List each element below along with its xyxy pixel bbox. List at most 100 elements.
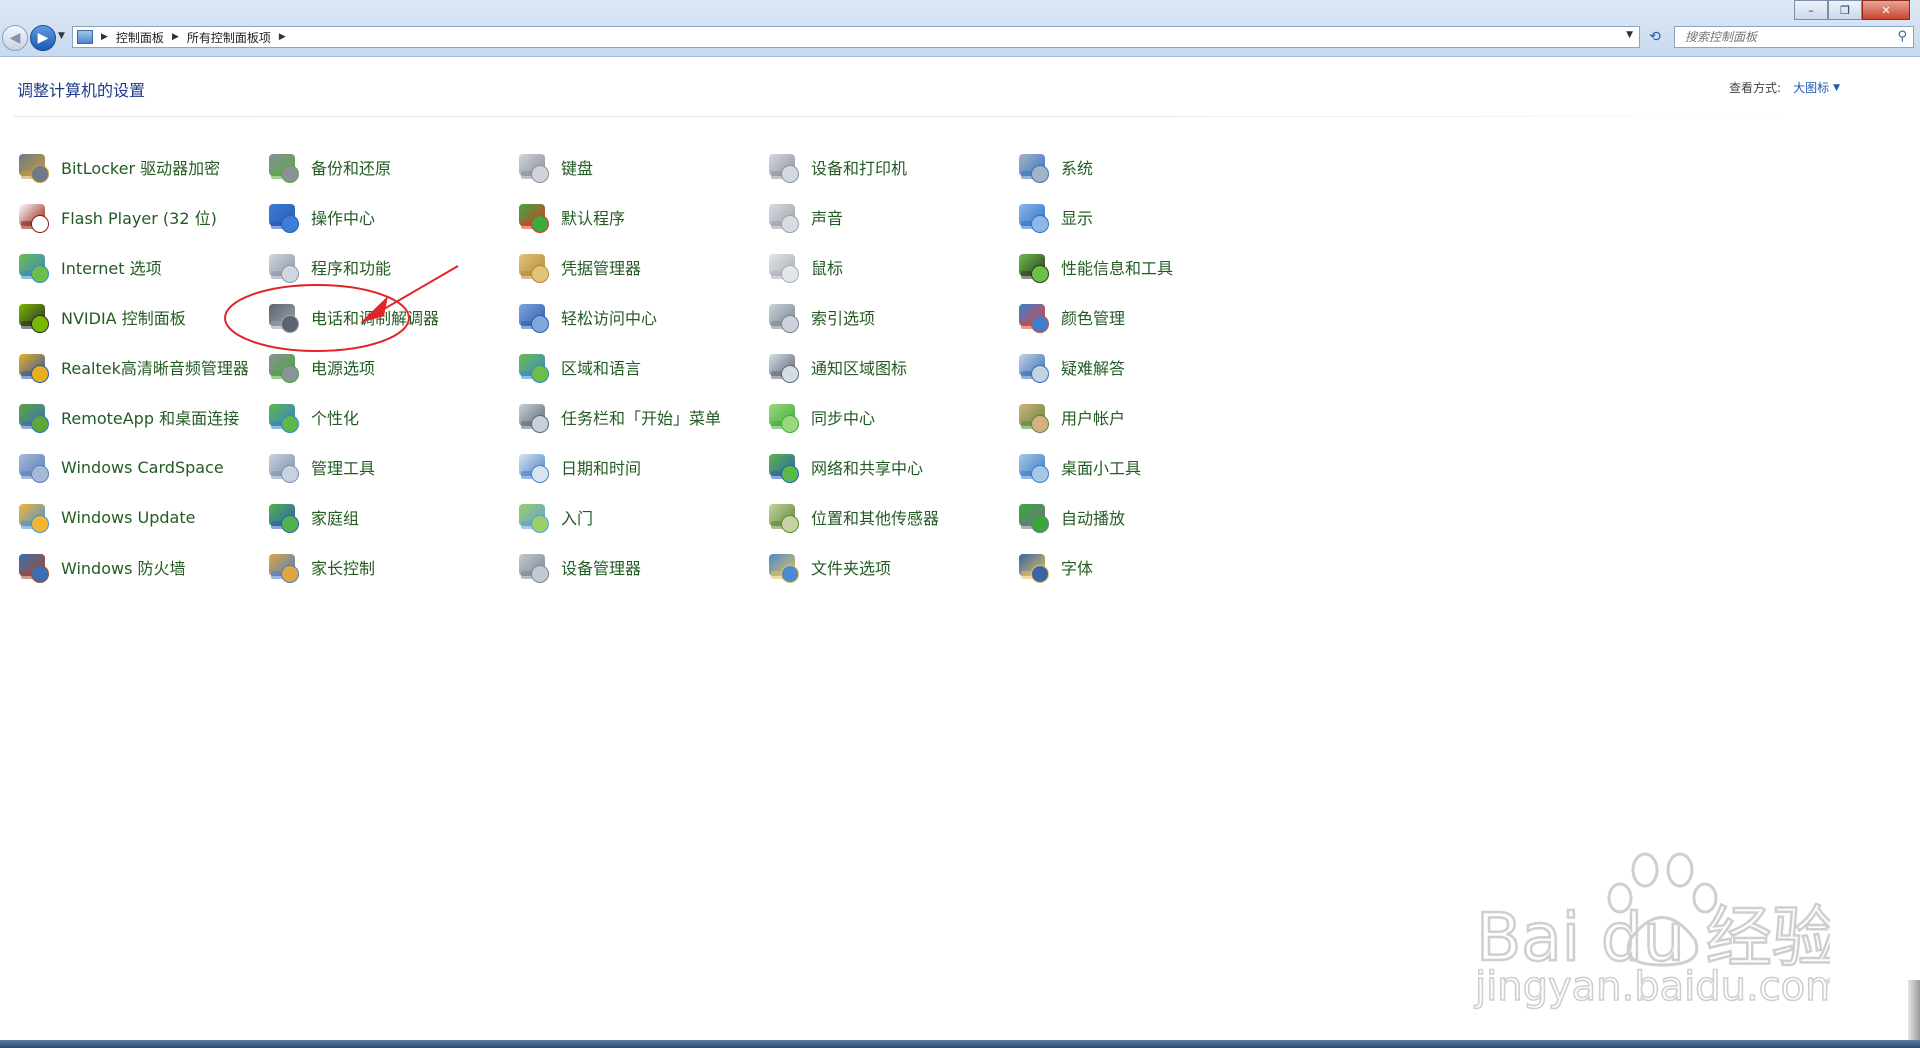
control-panel-item[interactable]: 家庭组 [267, 497, 517, 537]
maximize-button[interactable]: ❐ [1828, 0, 1862, 20]
flash-icon [17, 201, 51, 233]
control-panel-item-label: Internet 选项 [61, 259, 162, 278]
chevron-right-icon[interactable]: ▶ [101, 32, 108, 42]
control-panel-item[interactable]: Flash Player (32 位) [17, 197, 267, 237]
control-panel-item-label: 字体 [1061, 559, 1094, 578]
getting-started-icon [517, 501, 551, 533]
control-panel-item[interactable]: Realtek高清晰音频管理器 [17, 347, 267, 387]
control-panel-item-label: 备份和还原 [311, 159, 392, 178]
control-panel-item-label: 操作中心 [311, 209, 376, 228]
forward-button[interactable]: ▶ [30, 25, 56, 51]
control-panel-item[interactable]: 性能信息和工具 [1017, 247, 1267, 287]
control-panel-item[interactable]: 自动播放 [1017, 497, 1267, 537]
sync-icon [767, 401, 801, 433]
control-panel-item[interactable]: 文件夹选项 [767, 547, 1017, 587]
view-by-dropdown[interactable]: 大图标 [1793, 79, 1829, 96]
navigation-bar: ◀ ▶ ▼ ▶ 控制面板 ▶ 所有控制面板项 ▶ ▼ ⟲ ⚲ [0, 24, 1920, 52]
control-panel-item[interactable]: 用户帐户 [1017, 397, 1267, 437]
address-dropdown-icon[interactable]: ▼ [1626, 30, 1633, 40]
control-panel-item[interactable]: 日期和时间 [517, 447, 767, 487]
device-manager-icon [517, 551, 551, 583]
breadcrumb-control-panel[interactable]: 控制面板 [116, 29, 164, 46]
chevron-right-icon[interactable]: ▶ [172, 32, 179, 42]
control-panel-item[interactable]: 备份和还原 [267, 147, 517, 187]
control-panel-item[interactable]: 入门 [517, 497, 767, 537]
control-panel-item[interactable]: 家长控制 [267, 547, 517, 587]
control-panel-item-label: 家庭组 [311, 509, 360, 528]
control-panel-item[interactable]: Internet 选项 [17, 247, 267, 287]
control-panel-item[interactable]: 颜色管理 [1017, 297, 1267, 337]
control-panel-item-label: 个性化 [311, 409, 360, 428]
control-panel-item[interactable]: 操作中心 [267, 197, 517, 237]
address-bar[interactable]: ▶ 控制面板 ▶ 所有控制面板项 ▶ ▼ [72, 26, 1640, 48]
control-panel-item[interactable]: 位置和其他传感器 [767, 497, 1017, 537]
control-panel-item[interactable]: 电源选项 [267, 347, 517, 387]
taskbar[interactable] [0, 1040, 1920, 1048]
user-accounts-icon [1017, 401, 1051, 433]
firewall-icon [17, 551, 51, 583]
control-panel-item[interactable]: 个性化 [267, 397, 517, 437]
chevron-down-icon[interactable]: ▼ [1833, 83, 1840, 93]
control-panel-item[interactable]: 程序和功能 [267, 247, 517, 287]
control-panel-item[interactable]: 管理工具 [267, 447, 517, 487]
control-panel-item[interactable]: 字体 [1017, 547, 1267, 587]
control-panel-item-label: 用户帐户 [1061, 409, 1126, 428]
control-panel-items: BitLocker 驱动器加密 Flash Player (32 位) Intern… [17, 147, 1277, 597]
control-panel-item[interactable]: Windows CardSpace [17, 447, 267, 487]
control-panel-item[interactable]: Windows Update [17, 497, 267, 537]
control-panel-item-label: 索引选项 [811, 309, 876, 328]
control-panel-item[interactable]: 同步中心 [767, 397, 1017, 437]
control-panel-item[interactable]: 电话和调制解调器 [267, 297, 517, 337]
view-by-label: 查看方式: [1729, 81, 1782, 95]
close-button[interactable]: ✕ [1862, 0, 1910, 20]
parental-icon [267, 551, 301, 583]
header-divider [14, 116, 1829, 117]
control-panel-item[interactable]: 任务栏和「开始」菜单 [517, 397, 767, 437]
minimize-button[interactable]: – [1794, 0, 1828, 20]
control-panel-item[interactable]: 通知区域图标 [767, 347, 1017, 387]
control-panel-item[interactable]: 索引选项 [767, 297, 1017, 337]
chevron-right-icon[interactable]: ▶ [279, 32, 286, 42]
control-panel-item[interactable]: 显示 [1017, 197, 1267, 237]
control-panel-item[interactable]: RemoteApp 和桌面连接 [17, 397, 267, 437]
control-panel-item[interactable]: 默认程序 [517, 197, 767, 237]
control-panel-item[interactable]: 声音 [767, 197, 1017, 237]
back-button[interactable]: ◀ [2, 25, 28, 51]
control-panel-item[interactable]: 网络和共享中心 [767, 447, 1017, 487]
control-panel-item[interactable]: 键盘 [517, 147, 767, 187]
control-panel-item[interactable]: 区域和语言 [517, 347, 767, 387]
power-icon [267, 351, 301, 383]
control-panel-item[interactable]: 轻松访问中心 [517, 297, 767, 337]
control-panel-item-label: Windows 防火墙 [61, 559, 186, 578]
windows-update-icon [17, 501, 51, 533]
control-panel-item[interactable]: 设备和打印机 [767, 147, 1017, 187]
control-panel-item-label: Flash Player (32 位) [61, 209, 217, 228]
search-icon[interactable]: ⚲ [1897, 29, 1907, 44]
page-title: 调整计算机的设置 [17, 81, 146, 100]
baidu-watermark: Bai du 经验 jingyan.baidu.com [1473, 852, 1830, 1010]
search-input[interactable] [1683, 29, 1887, 45]
control-panel-icon [77, 30, 93, 44]
control-panel-item[interactable]: Windows 防火墙 [17, 547, 267, 587]
speaker-icon [767, 201, 801, 233]
control-panel-item[interactable]: BitLocker 驱动器加密 [17, 147, 267, 187]
control-panel-item[interactable]: 疑难解答 [1017, 347, 1267, 387]
fonts-icon [1017, 551, 1051, 583]
control-panel-item[interactable]: NVIDIA 控制面板 [17, 297, 267, 337]
breadcrumb-all-items[interactable]: 所有控制面板项 [187, 29, 271, 46]
control-panel-item-label: 设备和打印机 [811, 159, 908, 178]
control-panel-item[interactable]: 桌面小工具 [1017, 447, 1267, 487]
search-box[interactable]: ⚲ [1674, 26, 1914, 48]
recent-pages-dropdown[interactable]: ▼ [58, 31, 65, 41]
control-panel-item[interactable]: 系统 [1017, 147, 1267, 187]
key-lock-icon [17, 151, 51, 183]
control-panel-item-label: 通知区域图标 [811, 359, 908, 378]
globe-icon [17, 251, 51, 283]
performance-icon [1017, 251, 1051, 283]
control-panel-item[interactable]: 鼠标 [767, 247, 1017, 287]
control-panel-item[interactable]: 设备管理器 [517, 547, 767, 587]
control-panel-item-label: NVIDIA 控制面板 [61, 309, 186, 328]
control-panel-item[interactable]: 凭据管理器 [517, 247, 767, 287]
scrollbar-edge[interactable] [1908, 980, 1920, 1040]
refresh-button[interactable]: ⟲ [1644, 27, 1666, 47]
